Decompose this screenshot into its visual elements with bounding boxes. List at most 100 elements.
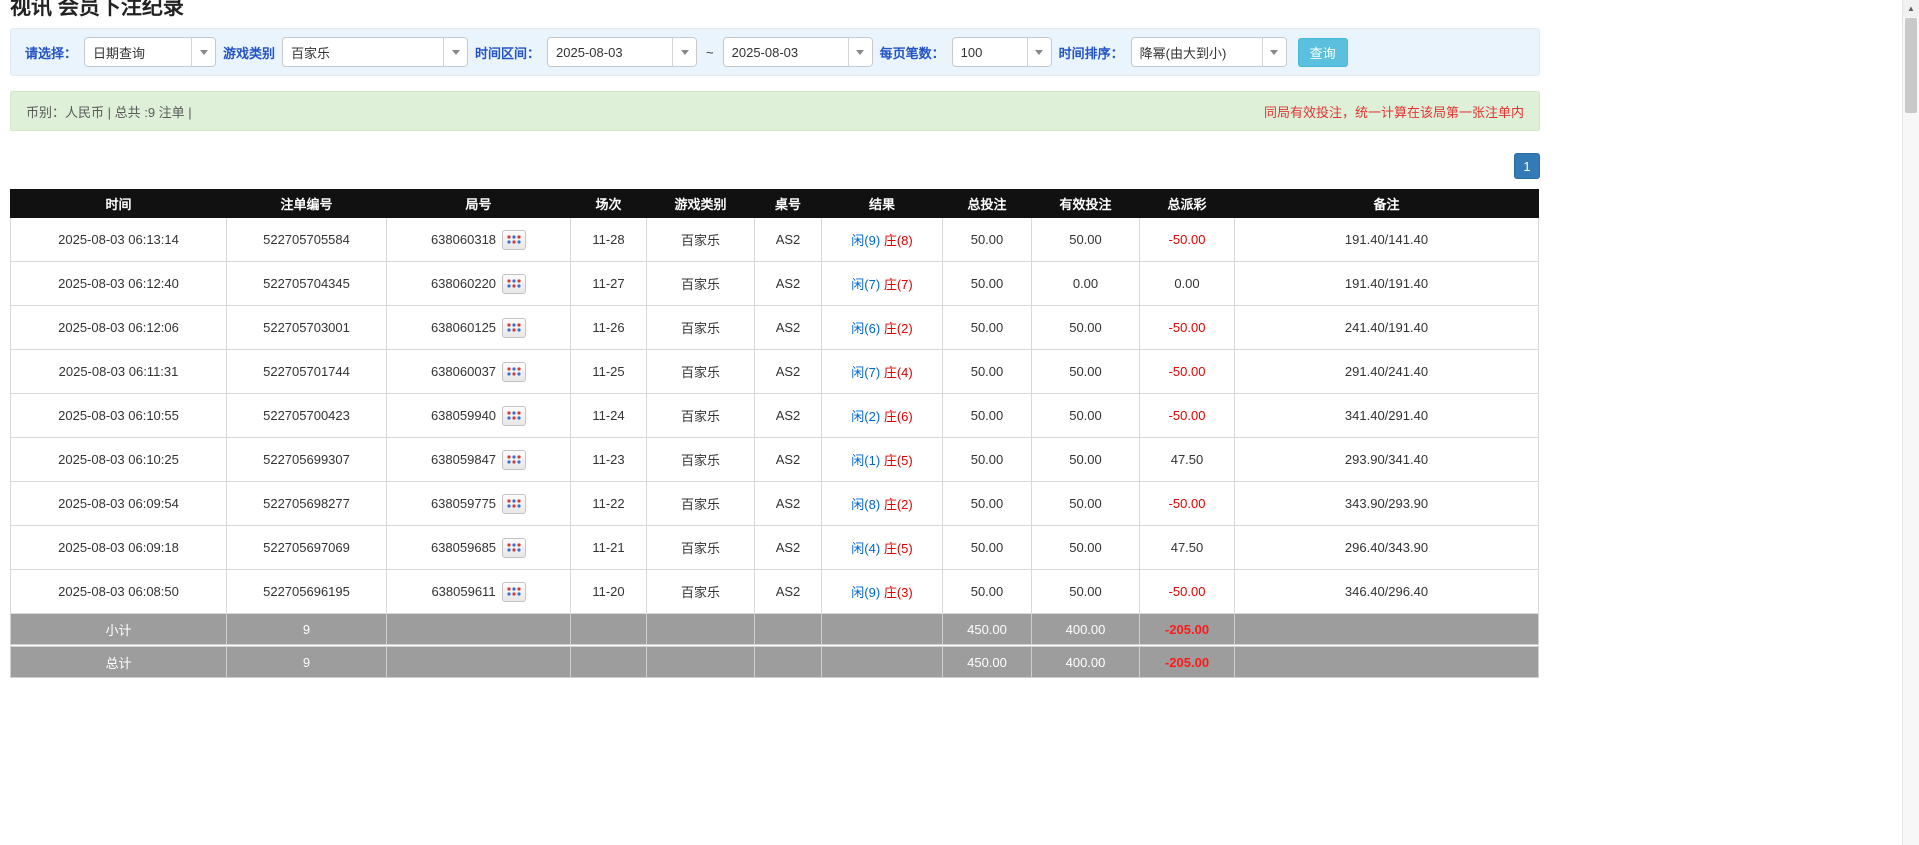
scrollbar[interactable]: ▲	[1902, 0, 1919, 845]
query-button[interactable]: 查询	[1297, 37, 1348, 67]
cell-total-bet[interactable]: 50.00	[942, 481, 1032, 526]
cell-session: 11-20	[570, 569, 647, 614]
cell-total-bet[interactable]: 50.00	[942, 349, 1032, 394]
roadmap-icon-button[interactable]	[502, 537, 527, 558]
round-id-text: 638059940	[430, 408, 497, 423]
result-player: 闲(8)	[851, 497, 881, 512]
col-header-payout: 总派彩	[1139, 189, 1235, 218]
roadmap-icon-button[interactable]	[502, 317, 527, 338]
date-from-picker[interactable]: 2025-08-03	[547, 37, 698, 67]
cell-game-type: 百家乐	[646, 261, 755, 306]
cell-total-bet[interactable]: 50.00	[942, 393, 1032, 438]
subtotal-payout: -205.00	[1139, 613, 1235, 645]
round-id-text: 638060125	[430, 320, 497, 335]
cell-remark: 191.40/141.40	[1234, 217, 1539, 262]
roadmap-icon-button[interactable]	[502, 405, 527, 426]
cell-result: 闲(2) 庄(6)	[821, 393, 943, 438]
result-banker: 庄(5)	[883, 541, 913, 556]
cell-remark: 343.90/293.90	[1234, 481, 1539, 526]
table-row: 2025-08-03 06:10:55 522705700423 6380599…	[10, 393, 1539, 438]
query-type-value[interactable]: 日期查询	[85, 38, 191, 66]
cell-total-bet[interactable]: 50.00	[942, 217, 1032, 262]
result-player: 闲(9)	[851, 585, 881, 600]
round-id-text: 638060037	[430, 364, 497, 379]
pagination: 1	[10, 153, 1540, 179]
cell-round-id: 638060037	[386, 349, 571, 394]
time-range-label: 时间区间：	[475, 45, 541, 61]
date-from-value[interactable]: 2025-08-03	[548, 38, 672, 66]
col-header-round-id: 局号	[386, 189, 571, 218]
table-body: 2025-08-03 06:13:14 522705705584 6380603…	[10, 217, 1539, 614]
page-size-combobox[interactable]: 100	[951, 37, 1052, 67]
cell-result: 闲(1) 庄(5)	[821, 437, 943, 482]
page-size-dropdown-button[interactable]	[1026, 38, 1051, 66]
round-id-text: 638059847	[430, 452, 497, 467]
roadmap-icon-button[interactable]	[502, 229, 527, 250]
result-banker: 庄(5)	[883, 453, 913, 468]
roadmap-icon-button[interactable]	[501, 581, 526, 602]
result-banker: 庄(4)	[883, 365, 913, 380]
cell-bet-id: 522705703001	[226, 305, 387, 350]
table-footer: 小计 9 450.00 400.00 -205.00 总计 9 450.00 4…	[10, 613, 1539, 678]
sort-order-value[interactable]: 降幂(由大到小)	[1132, 38, 1262, 66]
roadmap-icon	[507, 411, 521, 420]
cell-time: 2025-08-03 06:08:50	[10, 569, 227, 614]
cell-total-bet[interactable]: 50.00	[942, 569, 1032, 614]
date-to-picker[interactable]: 2025-08-03	[722, 37, 873, 67]
subtotal-row: 小计 9 450.00 400.00 -205.00	[10, 613, 1539, 645]
cell-round-id: 638060125	[386, 305, 571, 350]
roadmap-icon-button[interactable]	[502, 493, 527, 514]
cell-round-id: 638059847	[386, 437, 571, 482]
cell-result: 闲(7) 庄(4)	[821, 349, 943, 394]
cell-total-bet[interactable]: 50.00	[942, 437, 1032, 482]
roadmap-icon-button[interactable]	[502, 273, 527, 294]
cell-total-bet[interactable]: 50.00	[942, 305, 1032, 350]
cell-total-bet[interactable]: 50.00	[942, 261, 1032, 306]
scrollbar-up-arrow-icon[interactable]: ▲	[1903, 0, 1919, 17]
roadmap-icon	[507, 499, 521, 508]
roadmap-icon	[507, 279, 521, 288]
cell-total-bet[interactable]: 50.00	[942, 525, 1032, 570]
roadmap-icon-button[interactable]	[502, 449, 527, 470]
date-to-value[interactable]: 2025-08-03	[724, 38, 848, 66]
roadmap-icon-button[interactable]	[502, 361, 527, 382]
sort-order-dropdown-button[interactable]	[1261, 38, 1286, 66]
subtotal-total-bet: 450.00	[942, 613, 1032, 645]
page-size-label: 每页笔数：	[879, 45, 945, 61]
query-type-dropdown-button[interactable]	[191, 38, 216, 66]
result-banker: 庄(2)	[883, 321, 913, 336]
subtotal-valid-bet: 400.00	[1031, 613, 1140, 645]
cell-remark: 296.40/343.90	[1234, 525, 1539, 570]
page-1-button[interactable]: 1	[1514, 153, 1540, 179]
cell-remark: 346.40/296.40	[1234, 569, 1539, 614]
col-header-valid-bet: 有效投注	[1031, 189, 1140, 218]
game-type-combobox[interactable]: 百家乐	[282, 37, 469, 67]
cell-session: 11-24	[570, 393, 647, 438]
table-row: 2025-08-03 06:10:25 522705699307 6380598…	[10, 437, 1539, 482]
chevron-down-icon	[1270, 49, 1279, 55]
cell-payout: -50.00	[1139, 217, 1235, 262]
cell-round-id: 638059775	[386, 481, 571, 526]
query-type-combobox[interactable]: 日期查询	[84, 37, 217, 67]
cell-remark: 341.40/291.40	[1234, 393, 1539, 438]
summary-currency-count: 币别：人民币 | 总共 :9 注单 |	[26, 104, 192, 120]
cell-result: 闲(9) 庄(8)	[821, 217, 943, 262]
page-size-value[interactable]: 100	[953, 38, 1027, 66]
sort-order-combobox[interactable]: 降幂(由大到小)	[1130, 37, 1287, 67]
cell-valid-bet: 50.00	[1031, 525, 1140, 570]
date-from-dropdown-button[interactable]	[672, 38, 697, 66]
game-type-dropdown-button[interactable]	[443, 38, 468, 66]
date-to-dropdown-button[interactable]	[847, 38, 872, 66]
cell-valid-bet: 50.00	[1031, 437, 1140, 482]
table-row: 2025-08-03 06:11:31 522705701744 6380600…	[10, 349, 1539, 394]
table-row: 2025-08-03 06:09:54 522705698277 6380597…	[10, 481, 1539, 526]
scrollbar-thumb[interactable]	[1905, 18, 1917, 113]
cell-table-no: AS2	[754, 261, 822, 306]
date-range-separator: ~	[706, 44, 714, 60]
cell-valid-bet: 50.00	[1031, 217, 1140, 262]
cell-session: 11-25	[570, 349, 647, 394]
game-type-value[interactable]: 百家乐	[283, 38, 443, 66]
cell-payout: 47.50	[1139, 437, 1235, 482]
roadmap-icon	[507, 543, 521, 552]
chevron-down-icon	[680, 49, 689, 55]
